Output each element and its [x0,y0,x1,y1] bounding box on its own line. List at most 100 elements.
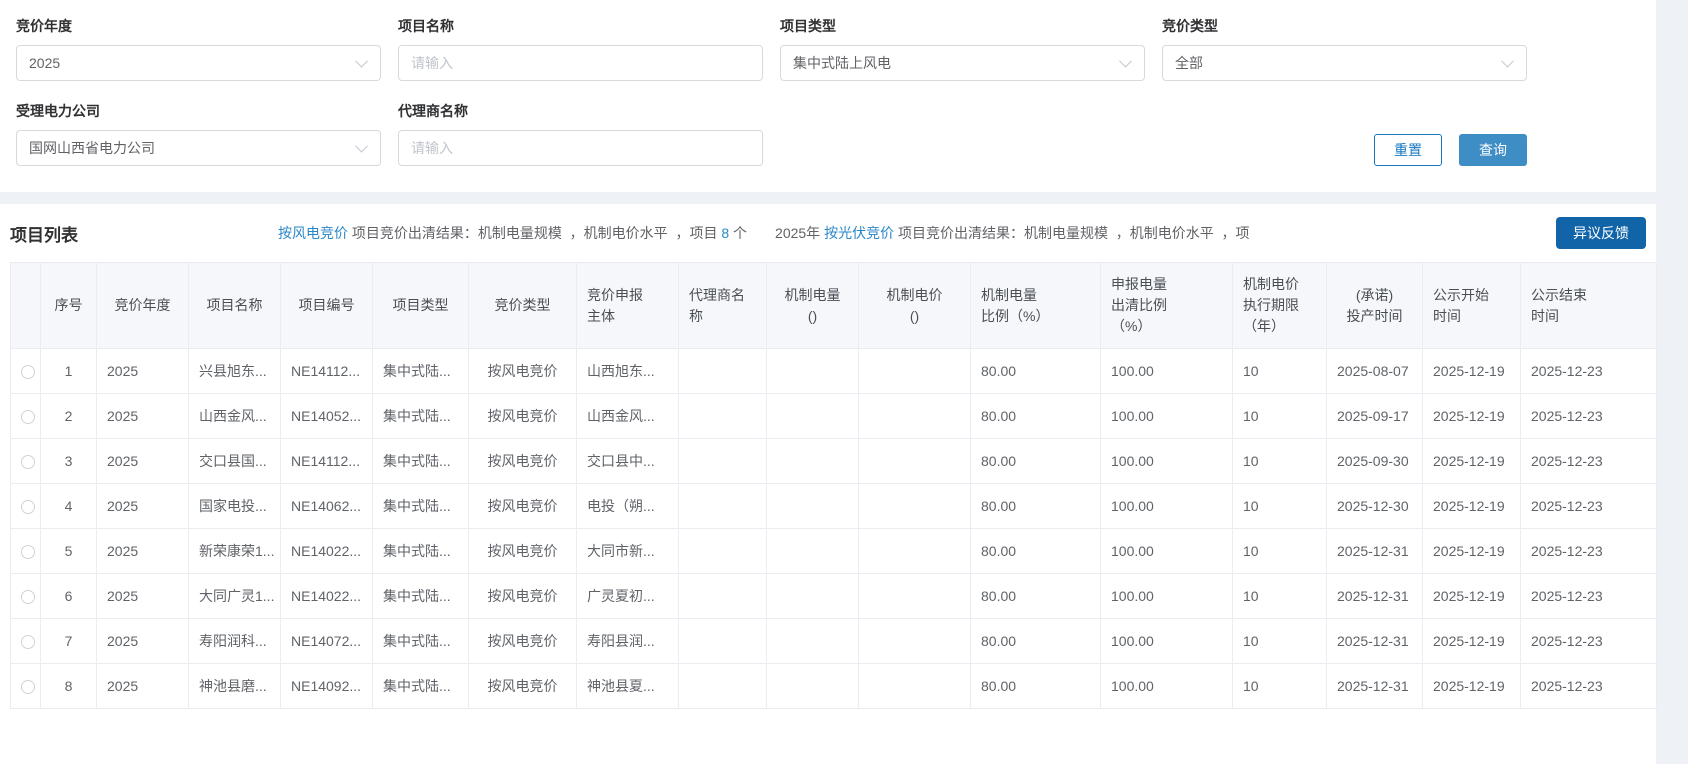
cell: 80.00 [971,529,1101,574]
row-radio[interactable] [21,500,35,514]
column-header-9: 机制电量 () [767,263,859,349]
cell: 100.00 [1101,619,1233,664]
cell: 集中式陆... [373,574,469,619]
project-name-input[interactable] [411,55,732,71]
project-name-label: 项目名称 [398,16,763,36]
project-table-wrap: 序号竞价年度项目名称项目编号项目类型竞价类型竞价申报 主体代理商名 称机制电量 … [10,262,1646,709]
cell: 2025-12-19 [1423,484,1521,529]
cell: 神池县夏... [577,664,679,709]
cell: 80.00 [971,394,1101,439]
project-type-select[interactable]: 集中式陆上风电 [780,45,1145,81]
row-select-cell [11,439,41,484]
agent-name-input[interactable] [411,140,732,156]
cell: 5 [41,529,97,574]
column-header-0 [11,263,41,349]
cell: NE14022... [281,574,373,619]
cell: NE14052... [281,394,373,439]
cell: 山西旭东... [577,349,679,394]
cell [679,439,767,484]
cell [679,529,767,574]
cell: 10 [1233,484,1327,529]
table-row: 22025山西金风...NE14052...集中式陆...按风电竞价山西金风..… [11,394,1657,439]
field-bid-type: 竞价类型 全部 [1162,16,1527,81]
cell: 10 [1233,664,1327,709]
cell: 2025 [97,349,189,394]
cell: 寿阳润科... [189,619,281,664]
cell: NE14062... [281,484,373,529]
cell: 2025-12-23 [1521,484,1657,529]
cell: 按风电竞价 [469,394,577,439]
cell: 10 [1233,574,1327,619]
cell [767,574,859,619]
cell [679,664,767,709]
row-radio[interactable] [21,635,35,649]
cell: 集中式陆... [373,619,469,664]
cell [767,529,859,574]
column-header-12: 申报电量 出清比例 （%） [1101,263,1233,349]
cell: 2025-12-19 [1423,664,1521,709]
field-agent-name: 代理商名称 [398,101,763,166]
cell: 2025-12-19 [1423,349,1521,394]
row-radio[interactable] [21,590,35,604]
reset-button[interactable]: 重置 [1374,134,1442,166]
row-select-cell [11,619,41,664]
bid-year-select[interactable]: 2025 [16,45,381,81]
cell: 集中式陆... [373,484,469,529]
cell: 集中式陆... [373,529,469,574]
search-button[interactable]: 查询 [1459,134,1527,166]
row-select-cell [11,484,41,529]
chevron-down-icon [1501,55,1514,68]
cell [679,484,767,529]
cell: 电投（朔... [577,484,679,529]
cell: 广灵夏初... [577,574,679,619]
cell: 2025-12-19 [1423,574,1521,619]
cell: 2025-08-07 [1327,349,1423,394]
table-row: 52025新荣康荣1...NE14022...集中式陆...按风电竞价大同市新.… [11,529,1657,574]
row-radio[interactable] [21,455,35,469]
pv-bid-link[interactable]: 按光伏竞价 [824,225,894,241]
cell: 2025 [97,484,189,529]
cell: NE14022... [281,529,373,574]
cell [679,574,767,619]
column-header-11: 机制电量 比例（%） [971,263,1101,349]
power-company-select[interactable]: 国网山西省电力公司 [16,130,381,166]
cell: 2025-12-19 [1423,529,1521,574]
wind-notice-text: 项目竞价出清结果：机制电量规模 ，机制电价水平 ，项目 [348,225,721,241]
field-project-name: 项目名称 [398,16,763,81]
pv-notice-text: 项目竞价出清结果：机制电量规模 ，机制电价水平 ，项 [894,225,1249,241]
bid-type-select[interactable]: 全部 [1162,45,1527,81]
cell: 按风电竞价 [469,349,577,394]
cell: 交口县国... [189,439,281,484]
table-row: 62025大同广灵1...NE14022...集中式陆...按风电竞价广灵夏初.… [11,574,1657,619]
cell [679,394,767,439]
cell: 国家电投... [189,484,281,529]
cell [859,574,971,619]
cell: 交口县中... [577,439,679,484]
chevron-down-icon [1119,55,1132,68]
column-header-13: 机制电价 执行期限 （年） [1233,263,1327,349]
cell: 按风电竞价 [469,439,577,484]
cell: 80.00 [971,664,1101,709]
column-header-16: 公示结束 时间 [1521,263,1657,349]
row-radio[interactable] [21,545,35,559]
power-company-label: 受理电力公司 [16,101,381,121]
project-list-panel: 项目列表 按风电竞价 项目竞价出清结果：机制电量规模 ，机制电价水平 ，项目 8… [0,204,1656,764]
column-header-10: 机制电价 () [859,263,971,349]
cell: 80.00 [971,349,1101,394]
table-header-row: 序号竞价年度项目名称项目编号项目类型竞价类型竞价申报 主体代理商名 称机制电量 … [11,263,1657,349]
column-header-8: 代理商名 称 [679,263,767,349]
row-radio[interactable] [21,410,35,424]
chevron-down-icon [355,140,368,153]
row-radio[interactable] [21,365,35,379]
cell: 按风电竞价 [469,619,577,664]
list-header: 项目列表 按风电竞价 项目竞价出清结果：机制电量规模 ，机制电价水平 ，项目 8… [10,217,1646,249]
row-radio[interactable] [21,680,35,694]
cell [859,664,971,709]
cell [767,349,859,394]
cell: 2025-12-23 [1521,394,1657,439]
cell: 80.00 [971,484,1101,529]
cell [859,529,971,574]
objection-feedback-button[interactable]: 异议反馈 [1556,217,1646,249]
cell: 2025 [97,394,189,439]
wind-bid-link[interactable]: 按风电竞价 [278,225,348,241]
